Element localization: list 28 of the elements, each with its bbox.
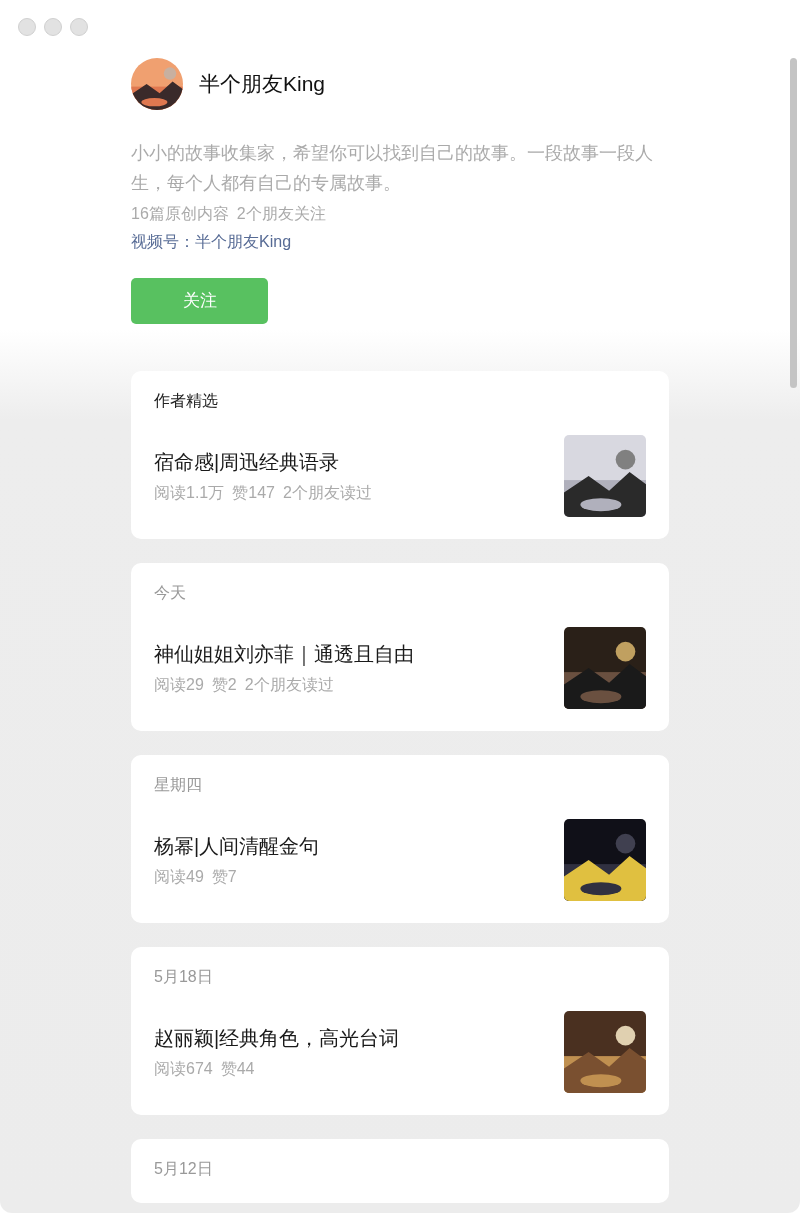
article-title[interactable]: 神仙姐姐刘亦菲｜通透且自由 — [154, 639, 414, 669]
account-name: 半个朋友King — [199, 71, 326, 98]
article-stat: 赞7 — [211, 867, 237, 887]
article-title[interactable]: 宿命感|周迅经典语录 — [154, 447, 372, 477]
section-label: 5月18日 — [154, 967, 214, 987]
window-control[interactable] — [70, 18, 88, 36]
article-title[interactable]: 赵丽颖|经典角色，高光台词 — [154, 1023, 400, 1053]
channel-link[interactable]: 视频号：半个朋友King — [131, 233, 292, 250]
article-stat: 赞147 — [232, 483, 275, 503]
section-label: 作者精选 — [154, 391, 219, 411]
article-stat: 2个朋友读过 — [244, 675, 334, 695]
section-label: 今天 — [154, 583, 187, 603]
account-bio: 小小的故事收集家，希望你可以找到自己的故事。一段故事一段人生，每个人都有自己的专属故事。 — [131, 142, 654, 195]
account-stat: 2个朋友关注 — [236, 204, 326, 224]
article-stat: 赞2 — [211, 675, 237, 695]
scrollbar[interactable] — [790, 58, 797, 388]
article-stat: 阅读674 — [154, 1059, 213, 1079]
section-label: 5月12日 — [154, 1159, 214, 1179]
account-stat: 16篇原创内容 — [131, 204, 229, 224]
article-stat: 阅读1.1万 — [154, 483, 225, 503]
section-label: 星期四 — [154, 775, 203, 795]
window-control[interactable] — [18, 18, 36, 36]
article-stat: 阅读49 — [154, 867, 204, 887]
article-stat: 阅读29 — [154, 675, 204, 695]
article-stat: 2个朋友读过 — [282, 483, 372, 503]
article-title[interactable]: 杨幂|人间清醒金句 — [154, 831, 320, 861]
article-stat: 赞44 — [220, 1059, 255, 1079]
window-control[interactable] — [44, 18, 62, 36]
